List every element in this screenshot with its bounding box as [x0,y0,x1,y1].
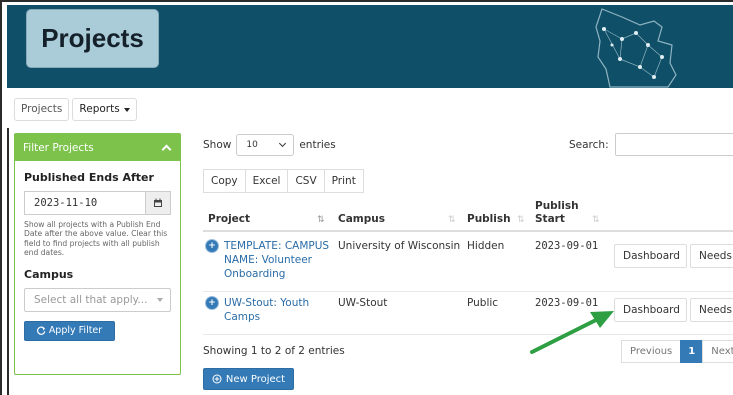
calendar-button[interactable] [145,191,171,215]
divider [7,128,9,395]
needs-button[interactable]: Needs [690,298,733,322]
campus-cell: University of Wisconsin [338,240,461,252]
project-link[interactable]: TEMPLATE: CAMPUS NAME: Volunteer Onboard… [224,239,330,281]
expand-row-icon[interactable]: + [206,240,218,252]
page-length-control: Show 10 entries [203,134,336,156]
search-label: Search: [569,138,609,151]
sort-asc-icon[interactable]: ⇅ [317,215,324,225]
published-ends-date-input[interactable]: 2023-11-10 [24,191,145,215]
search-input[interactable] [614,133,733,156]
column-header-publish-start[interactable]: Publish Start [535,200,585,226]
show-label: Show [203,139,232,151]
sort-icon[interactable]: ⇅ [592,215,599,225]
column-header-project[interactable]: Project [208,213,250,226]
tab-projects-label: Projects [21,103,63,115]
table-row: + UW-Stout: Youth Camps UW-Stout Public … [203,293,733,335]
sort-icon[interactable]: ⇅ [517,215,524,225]
previous-page-button[interactable]: Previous [621,340,682,363]
copy-button[interactable]: Copy [203,169,246,193]
wisconsin-map-graphic [595,8,677,88]
csv-button[interactable]: CSV [287,169,325,193]
table-info: Showing 1 to 2 of 2 entries [203,345,345,357]
campus-select[interactable]: Select all that apply... [24,287,171,312]
search-control: Search: [569,133,733,156]
page-1-button[interactable]: 1 [680,340,704,363]
page-title: Projects [26,9,159,68]
chevron-down-icon [279,139,287,148]
refresh-icon [36,326,46,335]
page-length-select[interactable]: 10 [236,134,295,156]
table-row: + TEMPLATE: CAMPUS NAME: Volunteer Onboa… [203,236,733,292]
nav-tabs: Projects Reports [14,98,137,121]
caret-down-icon [123,107,130,112]
campus-cell: UW-Stout [338,297,388,309]
print-button[interactable]: Print [323,169,364,193]
calendar-icon [154,198,162,207]
dashboard-button[interactable]: Dashboard [614,298,687,322]
column-header-publish[interactable]: Publish [467,213,511,226]
publish-cell: Hidden [467,240,505,252]
tab-reports-label: Reports [79,103,120,115]
table-header: Project ⇅ Campus ⇅ Publish ⇅ Publish Sta… [203,196,733,232]
chevron-up-icon[interactable] [161,144,172,154]
filter-panel-title: Filter Projects [23,141,94,154]
project-link[interactable]: UW-Stout: Youth Camps [224,296,330,324]
campus-placeholder: Select all that apply... [34,293,148,306]
header-banner: Projects [7,5,733,88]
dashboard-button[interactable]: Dashboard [614,244,687,268]
sort-icon[interactable]: ⇅ [448,215,455,225]
annotation-arrow-icon [530,311,614,354]
filter-panel-header[interactable]: Filter Projects [15,134,180,161]
date-help-text: Show all projects with a Publish End Dat… [24,220,168,258]
date-picker: 2023-11-10 [24,191,171,215]
export-buttons: Copy Excel CSV Print [203,169,364,193]
caret-down-icon [157,297,163,302]
needs-button[interactable]: Needs [690,244,733,268]
excel-button[interactable]: Excel [244,169,289,193]
publish-cell: Public [467,297,499,309]
plus-circle-icon [212,374,222,384]
tab-reports[interactable]: Reports [72,98,137,121]
next-page-button[interactable]: Next [702,340,733,363]
campus-label: Campus [24,267,74,281]
apply-filter-label: Apply Filter [48,325,103,337]
pagination: Previous 1 Next [621,340,733,363]
publish-start-cell: 2023-09-01 [535,240,599,252]
tab-projects[interactable]: Projects [14,98,70,121]
new-project-label: New Project [225,373,286,385]
expand-row-icon[interactable]: + [206,297,218,309]
new-project-button[interactable]: New Project [203,368,294,390]
page-length-value: 10 [246,140,258,150]
apply-filter-button[interactable]: Apply Filter [24,320,115,341]
filter-panel: Filter Projects Published Ends After 202… [14,133,181,375]
entries-label: entries [299,139,336,151]
column-header-campus[interactable]: Campus [338,213,385,226]
published-ends-label: Published Ends After [24,171,154,184]
